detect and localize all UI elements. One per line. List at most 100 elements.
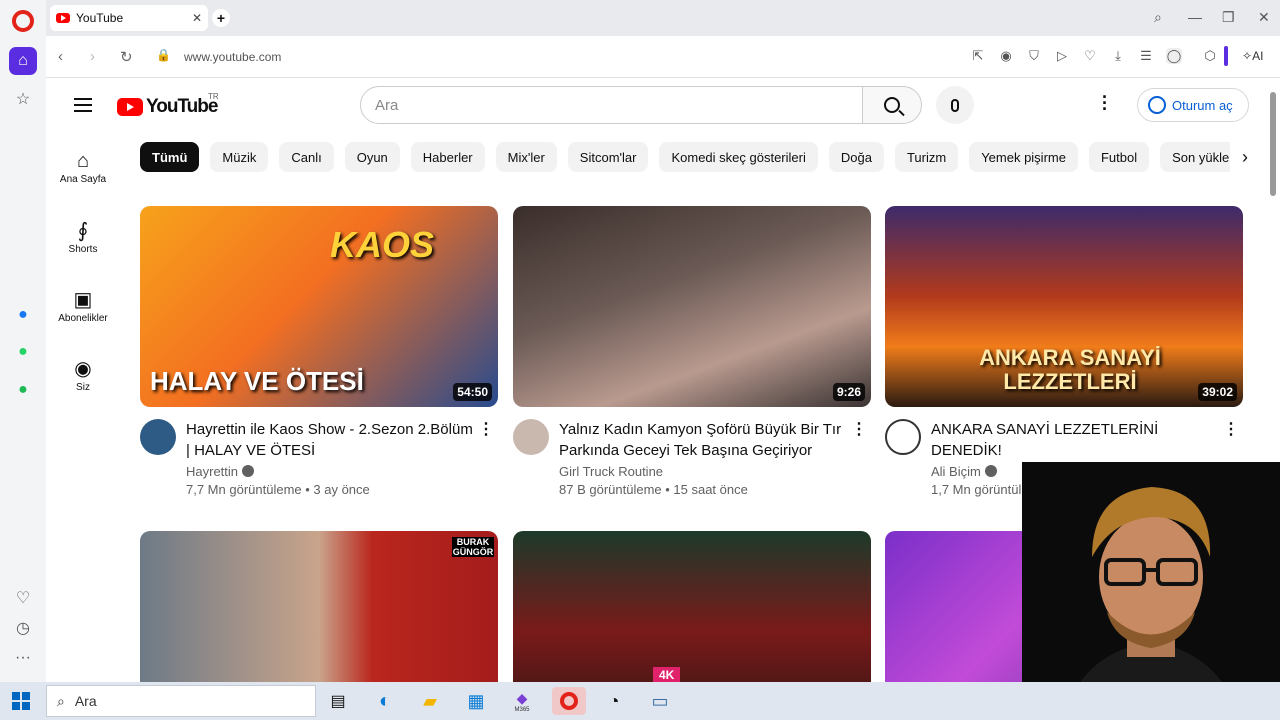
video-thumbnail[interactable]: 9:26 <box>513 206 871 407</box>
url-field[interactable]: www.youtube.com <box>184 50 281 64</box>
chip[interactable]: Futbol <box>1088 142 1150 172</box>
spotify-icon[interactable]: ● <box>9 376 37 404</box>
chip[interactable]: Mix'ler <box>495 142 557 172</box>
share-icon[interactable]: ⇱ <box>970 48 986 64</box>
opera-sidebar: ⌂ ☆ ● ● ● ♡ ◷ ··· <box>0 0 46 682</box>
channel-name[interactable]: Hayrettin <box>186 464 238 479</box>
channel-name[interactable]: Ali Biçim <box>931 464 981 479</box>
guide-subscriptions[interactable]: ▣ Abonelikler <box>52 287 114 324</box>
whatsapp-icon[interactable]: ● <box>9 338 37 366</box>
taskbar-search[interactable]: ⌕ Ara <box>46 685 316 717</box>
chip[interactable]: Doğa <box>828 142 884 172</box>
avatar[interactable] <box>140 419 176 455</box>
avatar[interactable] <box>513 419 549 455</box>
settings-kebab-icon[interactable]: · · · <box>1102 88 1108 118</box>
more-icon[interactable]: ··· <box>9 644 37 672</box>
scrollbar-thumb[interactable] <box>1270 92 1276 196</box>
recorder-icon[interactable]: ◔ <box>600 687 628 715</box>
chip[interactable]: Oyun <box>344 142 400 172</box>
video-title[interactable]: ANKARA SANAYİ LEZZETLERİNİ DENEDİK! <box>931 419 1221 461</box>
shield-icon[interactable]: ⛉ <box>1026 48 1042 64</box>
video-title[interactable]: Yalnız Kadın Kamyon Şoförü Büyük Bir Tır… <box>559 419 849 461</box>
edge-icon[interactable]: ◐ <box>371 687 399 715</box>
guide-home[interactable]: ⌂ Ana Sayfa <box>52 148 114 185</box>
restore-icon[interactable]: ❐ <box>1222 9 1235 26</box>
close-window-icon[interactable]: ✕ <box>1258 9 1270 26</box>
tab-close-icon[interactable]: ✕ <box>192 11 202 25</box>
minimize-icon[interactable]: — <box>1188 9 1202 25</box>
windows-start-icon[interactable] <box>12 692 30 710</box>
task-view-icon[interactable]: ▤ <box>324 687 352 715</box>
more-actions-icon[interactable]: ⋮ <box>851 419 867 439</box>
video-thumbnail[interactable]: 4K <box>513 531 871 682</box>
guide-shorts[interactable]: ∮ Shorts <box>52 218 114 255</box>
opera-taskbar-icon[interactable] <box>552 687 586 715</box>
search-tabs-icon[interactable]: ⌕ <box>1154 9 1162 26</box>
duration-badge: 9:26 <box>832 383 865 401</box>
opera-logo[interactable] <box>12 10 34 32</box>
ai-button[interactable]: ✧AI <box>1242 49 1263 63</box>
signin-button[interactable]: Oturum aç <box>1137 88 1249 122</box>
avatar[interactable] <box>885 419 921 455</box>
home-icon: ⌂ <box>76 150 90 172</box>
tab-youtube[interactable]: YouTube ✕ <box>50 5 208 31</box>
copilot-label: M365 <box>514 706 530 713</box>
chevron-right-icon[interactable]: › <box>1230 142 1260 172</box>
video-thumbnail[interactable]: KAOS HALAY VE ÖTESİ 54:50 <box>140 206 498 407</box>
youtube-logo[interactable]: YouTube <box>117 96 218 118</box>
camera-icon[interactable]: ◉ <box>998 48 1014 64</box>
video-stats: 7,7 Mn görüntüleme • 3 ay önce <box>186 482 370 497</box>
extensions-icon[interactable]: ⬡ <box>1202 48 1218 64</box>
computer-icon[interactable]: ▭ <box>646 687 674 715</box>
video-card[interactable]: ANKARA SANAYİ LEZZETLERİ 39:02 ANKARA SA… <box>885 206 1243 497</box>
verified-icon <box>242 465 255 477</box>
download-icon[interactable]: ⤓ <box>1110 48 1126 64</box>
video-card[interactable]: BURAK GÜNGÖR <box>140 531 498 682</box>
file-explorer-icon[interactable]: ▰ <box>416 687 444 715</box>
tab-title: YouTube <box>76 11 124 25</box>
reload-icon[interactable]: ↻ <box>120 48 133 66</box>
profile-icon[interactable]: ◯ <box>1166 48 1182 64</box>
store-icon[interactable]: ▦ <box>462 687 490 715</box>
more-actions-icon[interactable]: ⋮ <box>478 419 494 439</box>
video-card[interactable]: 4K <box>513 531 871 682</box>
heart-icon[interactable]: ♡ <box>1082 48 1098 64</box>
chip[interactable]: Komedi skeç gösterileri <box>659 142 818 172</box>
chip[interactable]: Sitcom'lar <box>567 142 649 172</box>
voice-search-button[interactable] <box>936 86 974 124</box>
hamburger-menu-icon[interactable] <box>74 98 92 112</box>
video-thumbnail[interactable]: ANKARA SANAYİ LEZZETLERİ 39:02 <box>885 206 1243 407</box>
chip[interactable]: Turizm <box>894 142 959 172</box>
copilot-icon[interactable]: ◆ M365 <box>508 687 536 715</box>
forward-icon[interactable]: › <box>90 48 95 65</box>
chip[interactable]: Yemek pişirme <box>969 142 1078 172</box>
video-card[interactable]: KAOS HALAY VE ÖTESİ 54:50 Hayrettin ile … <box>140 206 498 497</box>
chip[interactable]: Tümü <box>140 142 200 172</box>
search-input[interactable]: Ara <box>360 86 863 124</box>
chip[interactable]: Müzik <box>210 142 269 172</box>
more-actions-icon[interactable]: ⋮ <box>1223 419 1239 439</box>
search-icon: ⌕ <box>57 692 65 709</box>
video-thumbnail[interactable]: BURAK GÜNGÖR <box>140 531 498 682</box>
video-card[interactable]: 9:26 Yalnız Kadın Kamyon Şoförü Büyük Bi… <box>513 206 871 497</box>
channel-name[interactable]: Girl Truck Routine <box>559 464 663 479</box>
chip[interactable]: Haberler <box>410 142 485 172</box>
star-icon[interactable]: ☆ <box>9 85 37 113</box>
new-tab-icon[interactable]: + <box>212 9 230 27</box>
back-icon[interactable]: ‹ <box>58 48 63 65</box>
lock-icon[interactable]: 🔒 <box>156 48 171 62</box>
video-title[interactable]: Hayrettin ile Kaos Show - 2.Sezon 2.Bölü… <box>186 419 476 461</box>
messenger-icon[interactable]: ● <box>9 301 37 329</box>
channel-badge: BURAK GÜNGÖR <box>452 537 494 557</box>
send-icon[interactable]: ▷ <box>1054 48 1070 64</box>
duration-badge: 39:02 <box>1198 383 1237 401</box>
search-button[interactable] <box>862 86 922 124</box>
chip[interactable]: Canlı <box>279 142 334 172</box>
easy-setup-icon[interactable]: ☰ <box>1138 48 1154 64</box>
home-icon[interactable]: ⌂ <box>9 47 37 75</box>
guide-you[interactable]: ◉ Siz <box>52 356 114 393</box>
video-stats: 87 B görüntüleme • 15 saat önce <box>559 482 748 497</box>
heart-icon[interactable]: ♡ <box>9 584 37 612</box>
logo-text: YouTube <box>146 96 218 117</box>
history-icon[interactable]: ◷ <box>9 614 37 642</box>
